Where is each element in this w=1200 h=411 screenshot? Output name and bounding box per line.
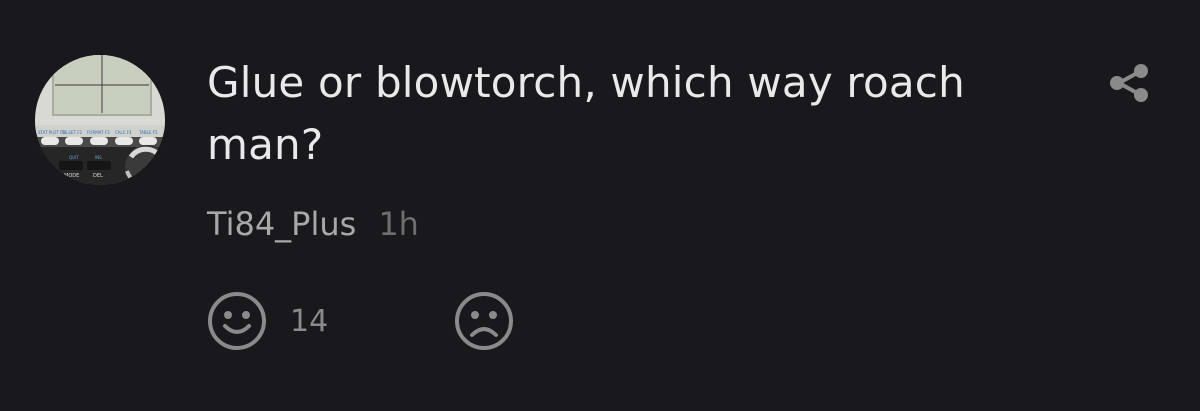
- calculator-photo: STAT PLOT F1 TBLSET F2 FORMAT F3 CALC F4…: [35, 55, 165, 185]
- like-count: 14: [290, 303, 329, 339]
- calc-key-label: CALC F4: [115, 130, 132, 135]
- avatar[interactable]: STAT PLOT F1 TBLSET F2 FORMAT F3 CALC F4…: [35, 55, 165, 185]
- post-card: STAT PLOT F1 TBLSET F2 FORMAT F3 CALC F4…: [0, 0, 1200, 411]
- post-title[interactable]: Glue or blowtorch, which way roach man?: [207, 52, 1027, 176]
- calc-del-label: DEL: [93, 173, 103, 179]
- like-reaction-button[interactable]: 14: [206, 290, 328, 352]
- calc-ins-label: INS: [95, 155, 102, 160]
- share-button[interactable]: [1106, 60, 1152, 106]
- frown-icon: [455, 292, 513, 350]
- smile-icon: [208, 292, 266, 350]
- post-meta: Ti84_Plus 1h: [207, 202, 419, 246]
- author-name[interactable]: Ti84_Plus: [207, 205, 356, 243]
- dislike-reaction-button[interactable]: [453, 290, 515, 352]
- calc-key-label: FORMAT F3: [87, 130, 110, 135]
- post-time: 1h: [378, 205, 419, 243]
- share-icon: [1110, 64, 1148, 102]
- calc-key-label: TABLE F5: [138, 130, 158, 135]
- calc-mode-label: MODE: [64, 173, 79, 179]
- calc-quit-label: QUIT: [69, 155, 79, 160]
- calc-key-label: TBLSET F2: [60, 130, 82, 135]
